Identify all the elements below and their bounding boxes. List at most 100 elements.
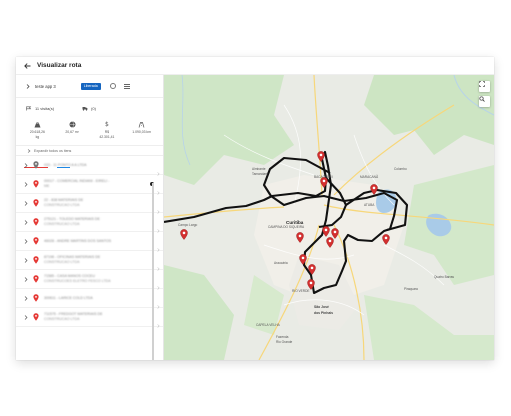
map-place-label: MARACANÃ — [360, 175, 379, 179]
map-place-label: São José — [314, 305, 329, 309]
route-counts: 11 visita(s) (0) — [16, 98, 163, 118]
route-name: teste app 3 — [35, 83, 56, 89]
menu-icon[interactable] — [123, 83, 130, 89]
expand-all-label: Expandir todos os itens — [34, 148, 72, 153]
map-marker-icon[interactable] — [320, 177, 328, 188]
map-place-label: Almirante — [252, 167, 266, 171]
flag-icon — [26, 106, 32, 110]
chevron-right-icon[interactable] — [24, 181, 30, 187]
stop-name: 275121 - TOLEDO MATERIAIS DE CONSTRUCAO L… — [44, 217, 100, 226]
trips-label: (0) — [91, 105, 96, 111]
map-marker-icon[interactable] — [299, 254, 307, 265]
dollar-icon: $ — [104, 121, 109, 128]
route-stats: 20.618,26 kg 20,67 m³ $ R$ 42.301,41 1.0… — [16, 118, 163, 146]
chevron-right-icon[interactable] — [24, 82, 32, 90]
map-marker-icon[interactable] — [317, 151, 325, 162]
stop-name: 87198 - OFICINAS MATERIAIS DE CONSTRUCAO … — [44, 255, 101, 264]
truck-distance-icon — [138, 121, 145, 128]
expand-all-row[interactable]: Expandir todos os itens — [16, 146, 163, 156]
route-map[interactable]: Curitiba São José dos Pinhais Campo Largo Co… — [164, 75, 494, 360]
map-place-label: Fazenda — [276, 335, 289, 339]
list-item[interactable]: 711575 - FREDGOT MATERIAIS DE CONSTRUCAO … — [16, 308, 163, 328]
list-item[interactable]: 46028 - ANDRE MARTINS DOS SANTOS — [16, 232, 163, 252]
distance-stat: 1.090,03 km — [124, 118, 159, 145]
map-place-label: Rio Grande — [276, 340, 293, 344]
chevron-right-icon[interactable] — [24, 238, 30, 244]
map-marker-icon[interactable] — [326, 237, 334, 248]
map-pin-icon — [33, 294, 39, 302]
stop-name: 71585 - CASA MANOS COCEU CONSTRUCOES ELET… — [44, 274, 111, 283]
app-window: Visualizar rota teste app 3 Liberada 11 … — [16, 57, 494, 360]
chevron-right-icon[interactable] — [24, 200, 30, 206]
map-marker-icon[interactable] — [382, 234, 390, 245]
chevron-right-icon[interactable] — [24, 276, 30, 282]
list-item[interactable]: 275121 - TOLEDO MATERIAIS DE CONSTRUCAO L… — [16, 213, 163, 233]
map-place-label: ATUBA — [364, 203, 375, 207]
stop-name: 00017 - COMERCIAL INDIANI - EIRELI - ME — [44, 179, 110, 188]
list-item[interactable]: 300611 - LARICE COLD LTDA — [16, 289, 163, 309]
stop-name: 300611 - LARICE COLD LTDA — [44, 295, 93, 300]
map-place-label: CAPELA VELHA — [256, 323, 280, 327]
map-place-label: Campo Largo — [178, 223, 198, 227]
fullscreen-button[interactable] — [479, 81, 490, 92]
fullscreen-icon — [479, 81, 485, 87]
chevron-right-icon[interactable] — [24, 162, 30, 168]
map-marker-icon[interactable] — [296, 232, 304, 243]
list-item[interactable]: 033 - 11 PONTO A A LTDA — [16, 156, 163, 176]
map-place-label: CAMPINA DO SIQUEIRA — [268, 225, 305, 229]
list-item[interactable]: 71585 - CASA MANOS COCEU CONSTRUCOES ELET… — [16, 270, 163, 290]
map-place-label: Quatro Barras — [434, 275, 455, 279]
truck-icon — [82, 106, 88, 111]
value-amount: 42.301,41 — [99, 135, 115, 139]
map-marker-icon[interactable] — [307, 279, 315, 290]
map-pin-icon — [33, 275, 39, 283]
route-header[interactable]: teste app 3 Liberada — [16, 75, 163, 98]
trips-count: (0) — [82, 106, 96, 111]
map-marker-icon[interactable] — [180, 229, 188, 240]
back-arrow-icon[interactable] — [20, 59, 34, 73]
stop-name: 22 - 838 MATERIAIS DE CONSTRUCAO LTDA — [44, 198, 84, 207]
chevron-right-icon[interactable] — [24, 295, 30, 301]
map-pin-icon — [33, 218, 39, 226]
route-sidebar: teste app 3 Liberada 11 visita(s) (0) 20… — [16, 75, 164, 360]
list-item[interactable]: 22 - 838 MATERIAIS DE CONSTRUCAO LTDA — [16, 194, 163, 214]
visits-label: 11 visita(s) — [35, 105, 55, 111]
map-pin-icon — [33, 199, 39, 207]
chevron-right-icon[interactable] — [157, 315, 160, 333]
list-item[interactable]: 87198 - OFICINAS MATERIAIS DE CONSTRUCAO … — [16, 251, 163, 271]
page-title: Visualizar rota — [37, 62, 82, 69]
stop-name: 46028 - ANDRE MARTINS DOS SANTOS — [44, 238, 112, 243]
map-canvas — [164, 75, 494, 360]
volume-stat: 20,67 m³ — [55, 118, 90, 145]
map-pin-icon — [33, 313, 39, 321]
scrollbar[interactable] — [152, 183, 154, 360]
map-place-label: Piraquara — [404, 287, 418, 291]
status-badge: Liberada — [80, 82, 101, 90]
visits-count: 11 visita(s) — [26, 106, 54, 111]
map-place-label: Colombo — [394, 167, 407, 171]
volume-value: 20,67 m³ — [65, 130, 79, 134]
map-place-label: Tamandaré — [252, 172, 268, 176]
radio-icon[interactable] — [109, 83, 116, 89]
search-button[interactable] — [479, 96, 490, 107]
weight-icon — [34, 121, 41, 128]
chevron-right-icon — [27, 148, 31, 153]
list-item[interactable]: 00017 - COMERCIAL INDIANI - EIRELI - ME — [16, 175, 163, 195]
map-place-label: Araucária — [274, 261, 288, 265]
chevron-right-icon[interactable] — [24, 314, 30, 320]
weight-stat: 20.618,26 kg — [20, 118, 55, 145]
map-pin-icon — [33, 180, 39, 188]
map-marker-icon[interactable] — [370, 184, 378, 195]
map-place-label: dos Pinhais — [314, 311, 334, 315]
stop-name: 711575 - FREDGOT MATERIAIS DE CONSTRUCAO … — [44, 312, 103, 321]
distance-value: 1.090,03 km — [132, 130, 151, 134]
chevron-right-icon[interactable] — [24, 219, 30, 225]
volume-icon — [69, 121, 76, 128]
map-pin-icon — [33, 161, 39, 169]
value-currency: R$ — [104, 130, 110, 134]
map-marker-icon[interactable] — [322, 226, 330, 237]
value-stat: $ R$ 42.301,41 — [90, 118, 125, 145]
map-marker-icon[interactable] — [308, 264, 316, 275]
chevron-right-icon[interactable] — [24, 257, 30, 263]
weight-unit: kg — [35, 135, 40, 139]
